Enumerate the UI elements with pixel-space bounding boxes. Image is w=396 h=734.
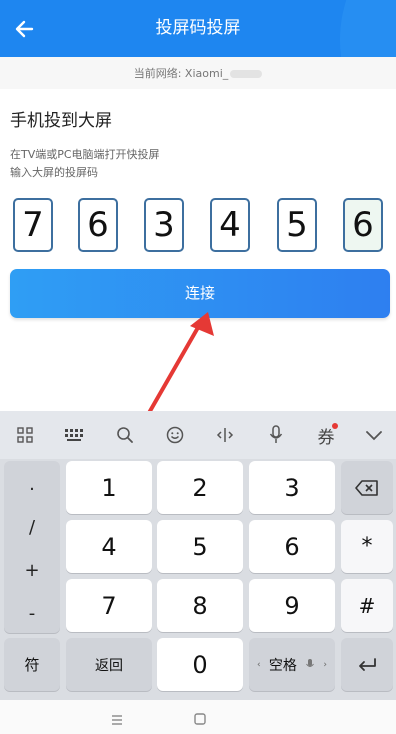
key-star[interactable]: * [341, 520, 393, 573]
key-6[interactable]: 6 [249, 520, 335, 573]
backspace-key[interactable] [341, 461, 393, 514]
code-digit-box-5[interactable]: 5 [277, 198, 317, 252]
key-plus[interactable]: + [4, 549, 60, 592]
section-heading: 手机投到大屏 [10, 111, 112, 131]
emoji-icon[interactable] [163, 423, 187, 447]
key-1[interactable]: 1 [66, 461, 152, 514]
app-header: 投屏码投屏 [0, 0, 396, 57]
backspace-icon [355, 479, 378, 496]
search-icon[interactable] [113, 423, 137, 447]
page-title: 投屏码投屏 [155, 18, 241, 38]
key-slash[interactable]: / [4, 506, 60, 549]
home-icon[interactable] [193, 711, 207, 725]
key-0[interactable]: 0 [157, 638, 243, 691]
chevron-down-icon[interactable] [362, 423, 386, 447]
code-digit-box-2[interactable]: 6 [78, 198, 118, 252]
key-4[interactable]: 4 [66, 520, 152, 573]
key-2[interactable]: 2 [157, 461, 243, 514]
cursor-left-glyph: ‹ [257, 659, 261, 670]
key-3[interactable]: 3 [249, 461, 335, 514]
keyboard-icon[interactable] [62, 423, 86, 447]
network-status: 当前网络: Xiaomi_ [0, 65, 396, 81]
menu-icon[interactable] [110, 711, 124, 725]
code-digit-box-4[interactable]: 4 [210, 198, 250, 252]
cursor-icon[interactable] [213, 423, 237, 447]
grid-icon[interactable] [13, 423, 37, 447]
code-digit-box-1[interactable]: 7 [13, 198, 53, 252]
microphone-icon[interactable] [264, 423, 288, 447]
microphone-small-icon [306, 658, 315, 667]
code-digit-box-6[interactable]: 6 [343, 198, 383, 252]
key-minus[interactable]: - [4, 592, 60, 635]
key-dot[interactable]: . [4, 463, 60, 506]
cursor-right-glyph: › [323, 659, 327, 670]
enter-key[interactable] [341, 638, 393, 691]
hint-line-1: 在TV端或PC电脑端打开快投屏 [10, 148, 160, 161]
network-name-redacted [230, 70, 263, 78]
key-5[interactable]: 5 [157, 520, 243, 573]
key-8[interactable]: 8 [157, 579, 243, 632]
key-9[interactable]: 9 [249, 579, 335, 632]
back-key[interactable]: 返回 [66, 638, 152, 691]
key-7[interactable]: 7 [66, 579, 152, 632]
symbols-key[interactable]: 符 [4, 638, 60, 691]
network-label: 当前网络: Xiaomi_ [133, 67, 229, 80]
space-key[interactable]: ‹ 空格 › [249, 638, 335, 691]
enter-icon [359, 657, 376, 671]
key-hash[interactable]: # [341, 579, 393, 632]
notification-dot [332, 423, 338, 429]
code-digit-box-3[interactable]: 3 [144, 198, 184, 252]
space-label: 空格 [268, 657, 297, 674]
hint-line-2: 输入大屏的投屏码 [10, 166, 98, 179]
coupon-icon[interactable]: 券 [314, 423, 338, 448]
